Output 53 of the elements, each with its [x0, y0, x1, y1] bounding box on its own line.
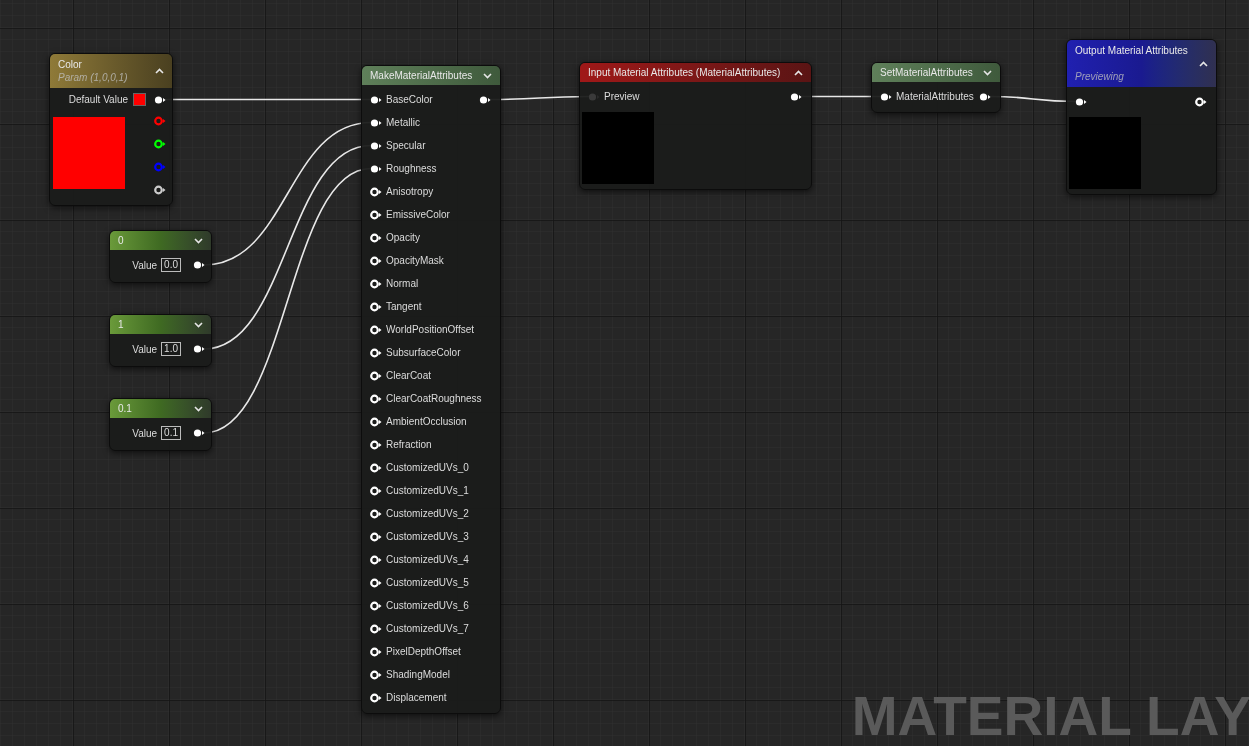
field-label: Value	[132, 342, 158, 357]
pin-label: AmbientOcclusion	[386, 415, 467, 429]
pin-label: PixelDepthOffset	[386, 645, 461, 659]
node-title: Color	[58, 57, 83, 71]
value-field[interactable]: 1.0	[161, 342, 181, 356]
pin-label: CustomizedUVs_5	[386, 576, 469, 590]
graph-node[interactable]: Color Param (1,0,0,1) Default Value	[49, 53, 173, 206]
pin-label: CustomizedUVs_7	[386, 622, 469, 636]
field-label: Value	[132, 258, 158, 273]
node-title: Input Material Attributes (MaterialAttributes)	[588, 66, 781, 79]
pin-label: Anisotropy	[386, 185, 434, 199]
pin-label: CustomizedUVs_3	[386, 530, 469, 544]
graph-node[interactable]: 0 Value 0.0	[109, 230, 212, 283]
pin-label: SubsurfaceColor	[386, 346, 461, 360]
pin-label: Normal	[386, 277, 419, 291]
pin-label: CustomizedUVs_4	[386, 553, 469, 567]
graph-node[interactable]: Input Material Attributes (MaterialAttributes) Preview	[579, 62, 812, 190]
pin-label: Preview	[604, 90, 640, 104]
pin-label: OpacityMask	[386, 254, 444, 268]
node-subtitle: Previewing	[1075, 69, 1125, 84]
pin-label: MaterialAttributes	[896, 90, 974, 104]
pin-label: ShadingModel	[386, 668, 450, 682]
node-title: Output Material Attributes	[1075, 43, 1188, 57]
pin-label: Displacement	[386, 691, 447, 705]
pin-label: ClearCoatRoughness	[386, 392, 482, 406]
pin-label: Specular	[386, 139, 426, 153]
node-title: SetMaterialAttributes	[880, 66, 973, 79]
graph-node[interactable]: 0.1 Value 0.1	[109, 398, 212, 451]
pin-label: ClearCoat	[386, 369, 432, 383]
pin-label: BaseColor	[386, 93, 433, 107]
value-field[interactable]: 0.0	[161, 258, 181, 272]
pin-label: CustomizedUVs_6	[386, 599, 469, 613]
node-title: 0	[118, 234, 124, 247]
pin-label: Opacity	[386, 231, 420, 245]
pin-label: CustomizedUVs_1	[386, 484, 469, 498]
value-field[interactable]: 0.1	[161, 426, 181, 440]
pin-label: CustomizedUVs_2	[386, 507, 469, 521]
node-title: MakeMaterialAttributes	[370, 69, 473, 82]
pin-label: Roughness	[386, 162, 437, 176]
node-subtitle: Param (1,0,0,1)	[58, 70, 128, 85]
pin-label: WorldPositionOffset	[386, 323, 474, 337]
pin-label: CustomizedUVs_0	[386, 461, 469, 475]
graph-node[interactable]: Output Material Attributes Previewing	[1066, 39, 1217, 195]
pin-label: Metallic	[386, 116, 420, 130]
pin-label: Tangent	[386, 300, 422, 314]
pin-label: Refraction	[386, 438, 432, 452]
node-title: 0.1	[118, 402, 132, 415]
field-label: Default Value	[68, 93, 128, 107]
pin-label: EmissiveColor	[386, 208, 450, 222]
graph-node[interactable]: 1 Value 1.0	[109, 314, 212, 367]
graph-node[interactable]: SetMaterialAttributes MaterialAttributes	[871, 62, 1001, 113]
field-label: Value	[132, 426, 158, 441]
node-title: 1	[118, 318, 124, 331]
